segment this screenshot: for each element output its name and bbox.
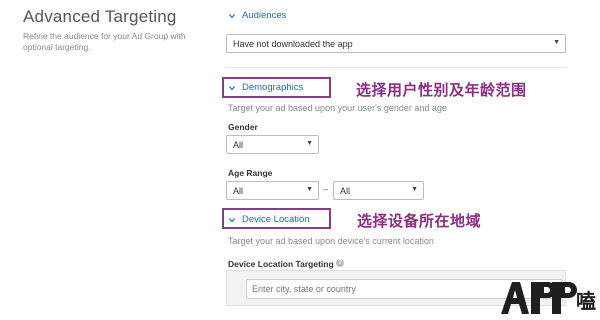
chevron-down-icon — [229, 13, 235, 19]
audiences-header: Audiences — [242, 10, 287, 21]
demographics-header: Demographics — [242, 82, 304, 93]
audiences-select-value: Have not downloaded the app — [233, 38, 353, 49]
page-title: Advanced Targeting — [23, 7, 177, 26]
gender-select[interactable]: All ▼ — [226, 135, 319, 154]
gender-label: Gender — [228, 122, 258, 132]
age-to-value: All — [340, 185, 351, 196]
page-description: Refine the audience for your Ad Group wi… — [23, 31, 186, 52]
chevron-down-icon — [229, 85, 235, 91]
audiences-toggle[interactable]: Audiences — [229, 10, 286, 21]
device-location-toggle[interactable]: Device Location — [229, 214, 310, 225]
demographics-toggle[interactable]: Demographics — [229, 82, 303, 93]
demographics-annotation: 选择用户性别及年龄范围 — [356, 82, 527, 99]
device-location-header: Device Location — [242, 214, 310, 225]
dropdown-arrow-icon: ▼ — [306, 186, 313, 193]
svg-text:嗑: 嗑 — [576, 289, 596, 313]
audiences-select[interactable]: Have not downloaded the app ▼ — [226, 34, 566, 53]
dropdown-arrow-icon: ▼ — [553, 39, 560, 46]
divider — [226, 67, 566, 68]
age-range-dash: – — [323, 184, 329, 194]
device-location-targeting-label: Device Location Targeting — [228, 259, 334, 269]
gender-select-value: All — [233, 139, 244, 150]
dropdown-arrow-icon: ▼ — [411, 186, 418, 193]
age-to-select[interactable]: All ▼ — [333, 181, 424, 200]
device-location-subtitle: Target your ad based upon device's curre… — [228, 236, 434, 246]
dropdown-arrow-icon: ▼ — [306, 140, 313, 147]
device-location-annotation: 选择设备所在地域 — [357, 213, 482, 230]
app-watermark-logo: 嗑 — [501, 282, 596, 314]
age-from-value: All — [233, 185, 244, 196]
age-from-select[interactable]: All ▼ — [226, 181, 319, 200]
help-icon[interactable]: ? — [336, 259, 344, 267]
chevron-down-icon — [229, 217, 235, 223]
demographics-subtitle: Target your ad based upon your user's ge… — [228, 103, 447, 113]
age-range-label: Age Range — [228, 168, 273, 178]
